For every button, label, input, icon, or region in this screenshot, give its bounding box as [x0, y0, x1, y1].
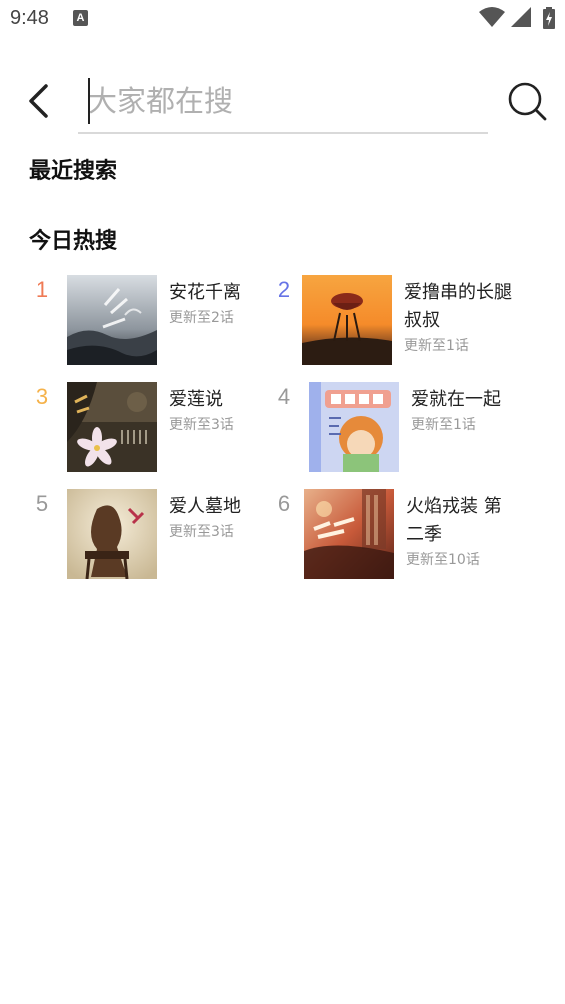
item-title: 爱撸串的长腿叔叔 — [404, 282, 512, 331]
hot-item[interactable]: 4 爱就在一起 更新至1话 — [270, 382, 520, 474]
search-input[interactable] — [88, 78, 478, 124]
cover-image — [67, 382, 157, 472]
status-time: 9:48 — [10, 7, 49, 29]
hot-item[interactable]: 6 火焰戎装 第二季 更新至10话 — [270, 489, 520, 581]
rank-number: 1 — [35, 277, 49, 302]
item-update-status: 更新至1话 — [411, 417, 476, 433]
item-title: 安花千离 — [169, 282, 241, 303]
item-update-status: 更新至1话 — [404, 338, 469, 354]
recent-search-title: 最近搜索 — [29, 159, 118, 184]
back-button[interactable] — [22, 80, 58, 124]
item-title: 爱就在一起 — [411, 389, 501, 410]
status-bar: 9:48 A — [0, 0, 565, 40]
rank-number: 4 — [277, 384, 291, 409]
hot-item[interactable]: 2 爱撸串的长腿叔叔 更新至1话 — [270, 275, 520, 367]
rank-number: 2 — [277, 277, 291, 302]
hot-item[interactable]: 1 安花千离 更新至2话 — [28, 275, 278, 367]
notification-icon: A — [73, 10, 88, 26]
cover-image — [302, 275, 392, 365]
item-title: 爱莲说 — [169, 389, 223, 410]
search-field[interactable] — [78, 72, 488, 134]
search-button[interactable] — [506, 80, 548, 122]
hot-item[interactable]: 3 爱莲说 更新至3话 — [28, 382, 278, 474]
wifi-icon — [479, 7, 505, 27]
hot-item[interactable]: 5 爱人墓地 更新至3话 — [28, 489, 278, 581]
battery-charging-icon — [543, 7, 555, 29]
cover-image — [309, 382, 399, 472]
cover-image — [304, 489, 394, 579]
cover-image — [67, 275, 157, 365]
item-update-status: 更新至10话 — [406, 552, 480, 568]
search-icon — [508, 82, 547, 121]
rank-number: 3 — [35, 384, 49, 409]
rank-number: 5 — [35, 491, 49, 516]
rank-number: 6 — [277, 491, 291, 516]
cell-signal-icon — [511, 7, 531, 27]
cover-image — [67, 489, 157, 579]
item-title: 爱人墓地 — [169, 496, 241, 517]
item-update-status: 更新至3话 — [169, 524, 234, 540]
hot-search-title: 今日热搜 — [29, 229, 118, 254]
item-update-status: 更新至3话 — [169, 417, 234, 433]
text-caret — [88, 78, 90, 124]
item-update-status: 更新至2话 — [169, 310, 234, 326]
chevron-left-icon — [29, 84, 48, 118]
item-title: 火焰戎装 第二季 — [406, 496, 502, 545]
